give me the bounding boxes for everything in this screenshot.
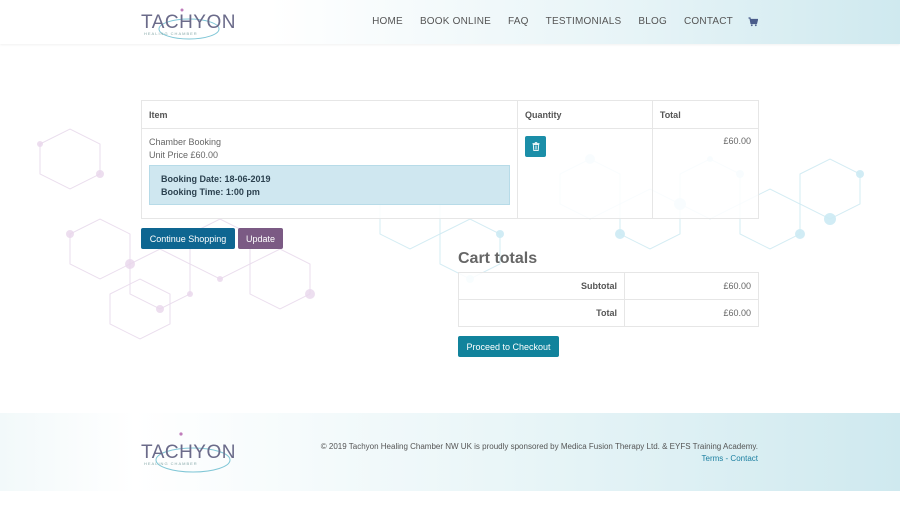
main-nav: HOME BOOK ONLINE FAQ TESTIMONIALS BLOG C… <box>355 16 758 27</box>
total-label: Total <box>458 299 625 327</box>
footer-links: Terms - Contact <box>702 454 758 463</box>
continue-shopping-button[interactable]: Continue Shopping <box>141 228 235 249</box>
nav-book-online[interactable]: BOOK ONLINE <box>420 16 491 27</box>
proceed-to-checkout-button[interactable]: Proceed to Checkout <box>458 336 559 357</box>
nav-home[interactable]: HOME <box>372 16 403 27</box>
item-total: £60.00 <box>651 128 760 219</box>
site-footer: TACHYON HEALING CHAMBER © 2019 Tachyon H… <box>0 413 900 491</box>
quantity-cell <box>517 128 653 219</box>
item-cell: Chamber Booking Unit Price £60.00 Bookin… <box>141 128 518 219</box>
update-cart-button[interactable]: Update <box>238 228 283 249</box>
shopping-cart-icon[interactable] <box>748 16 758 27</box>
nav-testimonials[interactable]: TESTIMONIALS <box>546 16 622 27</box>
nav-faq[interactable]: FAQ <box>508 16 529 27</box>
contact-link[interactable]: Contact <box>730 454 758 463</box>
site-header: TACHYON HEALING CHAMBER HOME BOOK ONLINE… <box>0 0 900 44</box>
header-item: Item <box>141 100 518 129</box>
remove-item-button[interactable] <box>525 136 546 157</box>
booking-time: Booking Time: 1:00 pm <box>161 187 260 197</box>
cart-header-row: Item Quantity Total <box>141 100 760 129</box>
unit-price: Unit Price £60.00 <box>149 150 219 160</box>
nav-blog[interactable]: BLOG <box>638 16 667 27</box>
header-quantity: Quantity <box>517 100 653 129</box>
product-name: Chamber Booking <box>149 137 222 147</box>
footer-logo[interactable]: TACHYON HEALING CHAMBER <box>141 431 236 473</box>
terms-link[interactable]: Terms <box>702 454 724 463</box>
cart-totals-title: Cart totals <box>458 250 538 267</box>
subtotal-value: £60.00 <box>624 272 759 300</box>
booking-date: Booking Date: 18-06-2019 <box>161 174 271 184</box>
total-row: Total £60.00 <box>458 299 759 327</box>
trash-icon <box>532 142 539 151</box>
subtotal-row: Subtotal £60.00 <box>458 272 759 300</box>
cart-table: Item Quantity Total Chamber Booking Unit… <box>141 100 760 219</box>
nav-contact[interactable]: CONTACT <box>684 16 733 27</box>
total-value: £60.00 <box>624 299 759 327</box>
booking-details: Booking Date: 18-06-2019 Booking Time: 1… <box>149 165 510 205</box>
subtotal-label: Subtotal <box>458 272 625 300</box>
logo-tagline: HEALING CHAMBER <box>144 31 198 36</box>
cart-totals-table: Subtotal £60.00 Total £60.00 <box>458 272 759 327</box>
tachyon-logo[interactable]: TACHYON HEALING CHAMBER <box>141 7 235 43</box>
footer-copyright: © 2019 Tachyon Healing Chamber NW UK is … <box>320 442 758 451</box>
header-total: Total <box>651 100 760 129</box>
table-row: Chamber Booking Unit Price £60.00 Bookin… <box>141 128 760 219</box>
footer-logo-tagline: HEALING CHAMBER <box>144 461 198 466</box>
